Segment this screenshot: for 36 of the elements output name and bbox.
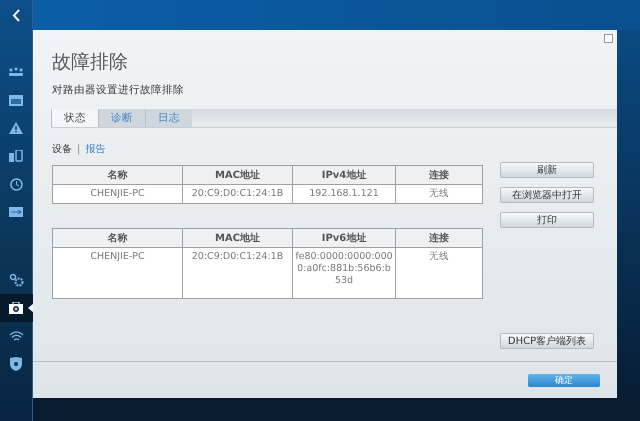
action-button[interactable]: 刷新 [500, 162, 594, 178]
first-aid-kit-icon [9, 302, 23, 314]
column-header: 名称 [52, 228, 182, 248]
column-header: 连接 [396, 228, 482, 248]
column-header: MAC地址 [182, 166, 292, 184]
people-icon [8, 67, 24, 77]
tab[interactable]: 状态 [51, 109, 98, 127]
column-header: IPv6地址 [292, 228, 396, 248]
table-cell: 无线 [396, 184, 482, 204]
subnav-link[interactable]: 报告 [85, 142, 106, 156]
table-cell: 192.168.1.121 [292, 184, 396, 204]
chevron-left-icon [12, 8, 20, 22]
dialog-title: 故障排除 [52, 50, 129, 75]
devices-icon [9, 150, 23, 162]
wifi-icon [8, 330, 24, 342]
table-cell: CHENJIE-PC [52, 184, 182, 204]
dhcp-client-list-button[interactable]: DHCP客户端列表 [500, 333, 594, 349]
action-button[interactable]: 在浏览器中打开 [500, 187, 594, 203]
column-header: MAC地址 [182, 228, 292, 248]
action-button[interactable]: 打印 [500, 212, 594, 228]
table-cell: 无线 [396, 248, 482, 298]
clock-icon [10, 178, 22, 190]
dialog-subtitle: 对路由器设置进行故障排除 [52, 83, 185, 97]
table-cell: CHENJIE-PC [52, 248, 182, 298]
table-cell: fe80:0000:0000:0000:a0fc:881b:56b6:b53d [292, 248, 396, 298]
column-header: IPv4地址 [292, 166, 396, 184]
sidebar-item[interactable] [0, 294, 32, 322]
column-header: 名称 [52, 166, 182, 184]
warning-icon [9, 122, 23, 134]
gears-icon [8, 273, 24, 287]
shield-icon [10, 357, 22, 371]
separator: | [77, 144, 80, 154]
column-header: 连接 [396, 166, 482, 184]
subnav-link[interactable]: 设备 [52, 142, 72, 156]
table-cell: 20:C9:D0:C1:24:1B [182, 184, 292, 204]
table-cell: 20:C9:D0:C1:24:1B [182, 248, 292, 298]
